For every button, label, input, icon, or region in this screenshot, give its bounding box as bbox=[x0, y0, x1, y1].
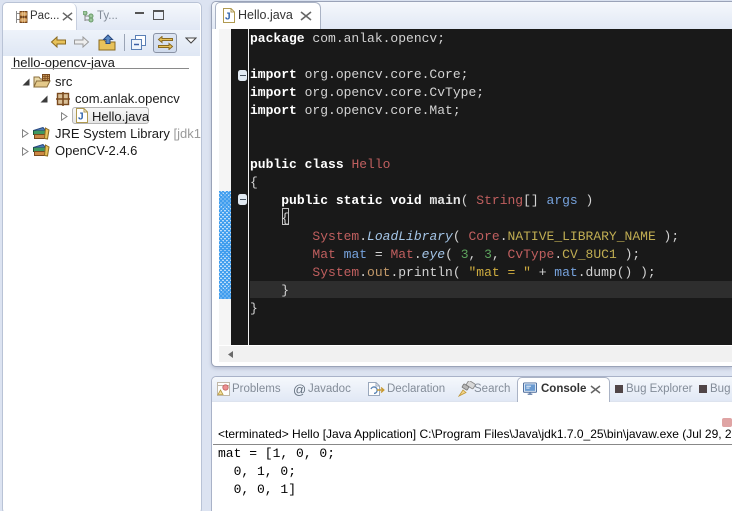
svg-text:J: J bbox=[78, 112, 84, 123]
svg-text:J: J bbox=[225, 12, 231, 23]
